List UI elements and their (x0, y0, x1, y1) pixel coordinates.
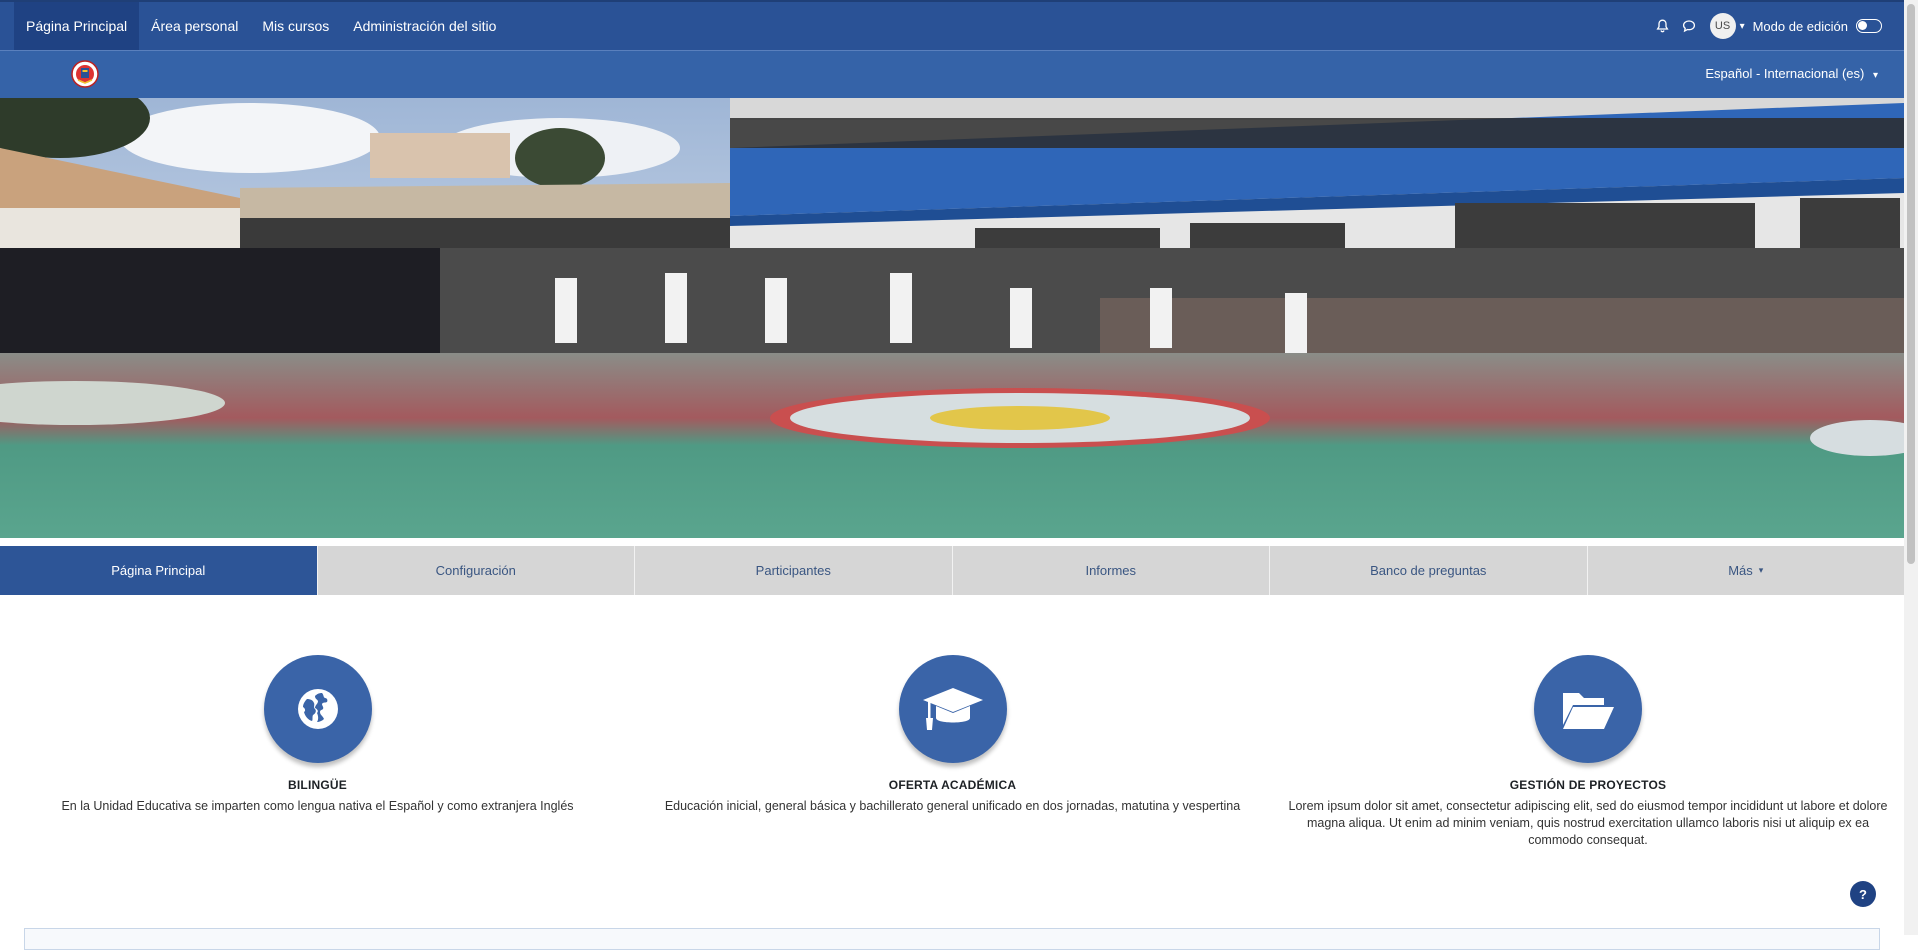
top-navbar: Página Principal Área personal Mis curso… (0, 0, 1904, 50)
nav-site-admin[interactable]: Administración del sitio (341, 2, 508, 50)
globe-icon (297, 689, 338, 729)
hero-banner-photo (0, 98, 1904, 538)
nav-home[interactable]: Página Principal (14, 2, 140, 50)
tab-question-bank[interactable]: Banco de preguntas (1270, 546, 1588, 595)
feature-description: Lorem ipsum dolor sit amet, consectetur … (1288, 799, 1888, 847)
folder-open-icon (1563, 693, 1614, 729)
content-section (24, 928, 1880, 950)
tab-settings[interactable]: Configuración (317, 546, 635, 595)
tab-participants[interactable]: Participantes (635, 546, 953, 595)
tab-reports[interactable]: Informes (952, 546, 1270, 595)
feature-title: OFERTA ACADÉMICA (888, 778, 1017, 792)
scrollbar-thumb[interactable] (1907, 4, 1915, 564)
language-label: Español - Internacional (es) (1705, 66, 1865, 81)
chevron-down-icon[interactable]: ▾ (1740, 21, 1745, 32)
bell-icon[interactable] (1652, 15, 1674, 37)
edit-mode-toggle[interactable] (1856, 19, 1882, 33)
feature-icon-circle (898, 655, 1007, 763)
avatar[interactable]: US (1709, 13, 1736, 39)
school-courtyard-photo (0, 98, 1904, 538)
feature-project-management: GESTIÓN DE PROYECTOS Lorem ipsum dolor s… (1283, 655, 1893, 849)
feature-academic-offer: OFERTA ACADÉMICA Educación inicial, gene… (640, 655, 1265, 815)
chevron-down-icon: ▾ (1758, 565, 1764, 575)
tab-home[interactable]: Página Principal (0, 546, 318, 595)
feature-icon-circle (263, 655, 372, 763)
feature-bilingual: BILINGÜE En la Unidad Educativa se impar… (40, 655, 595, 815)
tab-more-label: Más (1728, 563, 1753, 578)
tab-more[interactable]: Más ▾ (1587, 546, 1904, 595)
nav-dashboard[interactable]: Área personal (139, 2, 250, 50)
feature-icon-circle (1534, 655, 1642, 763)
language-selector[interactable]: Español - Internacional (es) ▾ (1705, 66, 1878, 81)
site-header: Español - Internacional (es) ▾ (0, 50, 1904, 98)
edit-mode-label: Modo de edición (1752, 18, 1848, 34)
school-crest-logo[interactable] (70, 59, 100, 89)
page-scrollbar[interactable] (1904, 0, 1918, 935)
feature-description: En la Unidad Educativa se imparten como … (61, 799, 574, 813)
help-button[interactable]: ? (1850, 881, 1876, 907)
chat-icon[interactable] (1678, 15, 1700, 37)
feature-description: Educación inicial, general básica y bach… (664, 799, 1241, 813)
graduation-cap-icon (922, 688, 983, 730)
feature-title: GESTIÓN DE PROYECTOS (1509, 778, 1667, 792)
feature-title: BILINGÜE (288, 778, 347, 792)
user-controls: US ▾ Modo de edición (1652, 13, 1904, 39)
nav-my-courses[interactable]: Mis cursos (250, 2, 341, 50)
primary-navigation: Página Principal Área personal Mis curso… (0, 2, 508, 50)
course-tabs: Página Principal Configuración Participa… (0, 546, 1904, 595)
chevron-down-icon: ▾ (1872, 70, 1878, 81)
